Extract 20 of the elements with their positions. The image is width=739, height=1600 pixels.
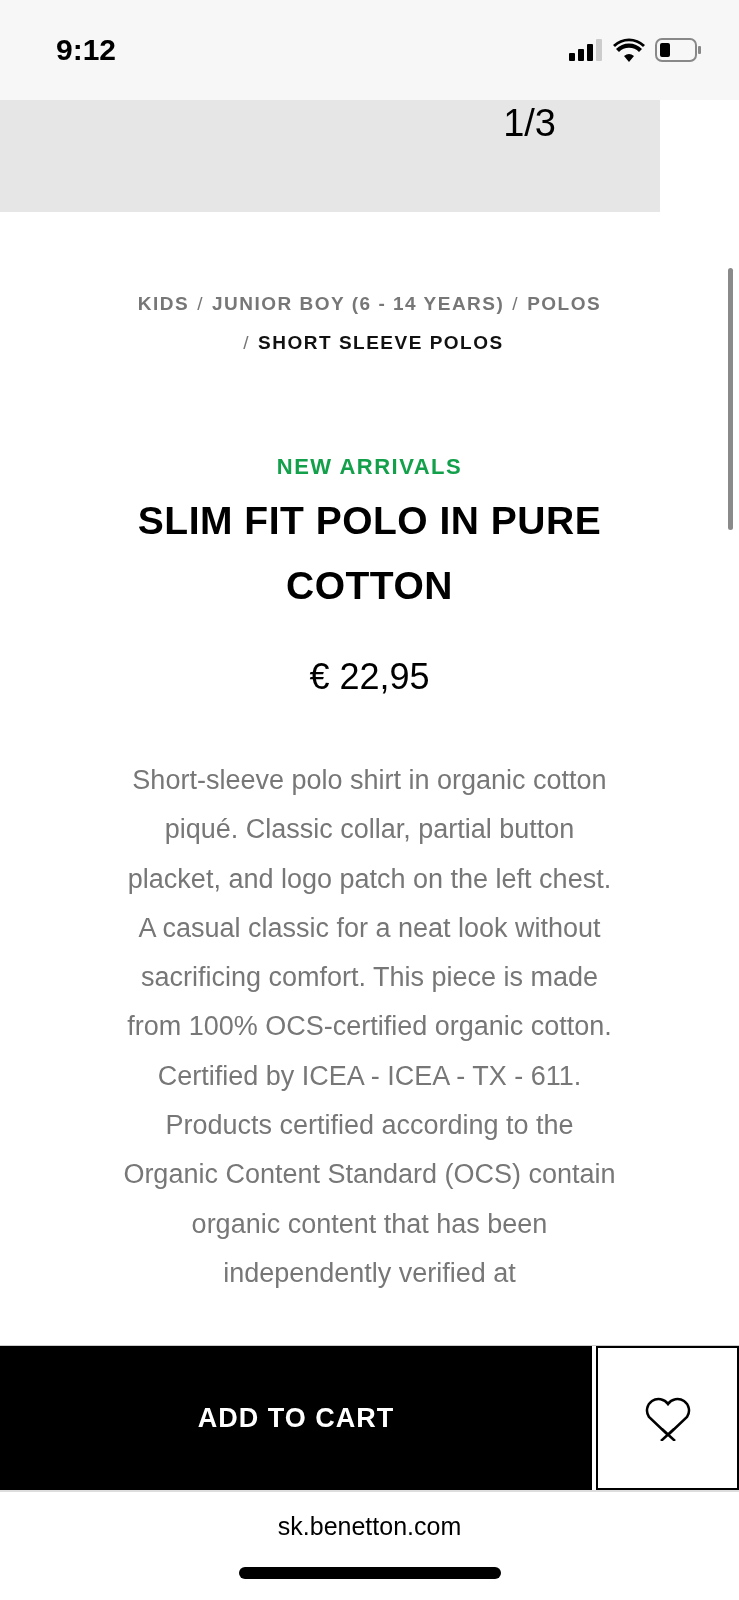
breadcrumb-link[interactable]: JUNIOR BOY (6 - 14 YEARS) [212,293,505,314]
breadcrumb-separator: / [243,332,251,353]
url-text[interactable]: sk.benetton.com [277,1512,462,1541]
add-to-cart-button[interactable]: ADD TO CART [0,1346,592,1490]
wifi-icon [613,38,645,62]
wishlist-button[interactable] [596,1346,739,1490]
breadcrumb-separator: / [512,293,520,314]
breadcrumb-link[interactable]: SHORT SLEEVE POLOS [258,332,504,353]
battery-icon [655,38,701,62]
status-time: 9:12 [56,33,117,67]
new-arrivals-label: NEW ARRIVALS [276,454,463,480]
product-price: € 22,95 [309,656,430,698]
gallery-counter: 1/3 [503,102,556,146]
breadcrumb-link[interactable]: POLOS [527,293,602,314]
breadcrumb-separator: / [197,293,205,314]
product-title: SLIM FIT POLO IN PURE COTTON [136,498,603,609]
image-gallery[interactable]: 1/3 [0,100,660,212]
product-description: Short-sleeve polo shirt in organic cotton piqué. Classic collar, partial button placket, and logo patch on the left chest. A casual classic for a neat look without sacrificing comfort. This piece is made from 100% OCS-certified organic cotton. Certified by ICEA - ICEA - TX - 611. Products certified according to the Organic Content Standard (OCS) contain organic content that has been independently verified at [122,764,617,1290]
signal-icon [569,39,603,61]
breadcrumb-link[interactable]: KIDS [137,293,190,314]
